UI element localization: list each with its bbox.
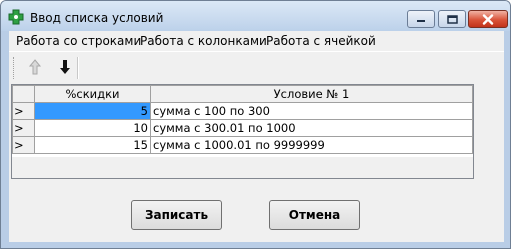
move-up-button[interactable]	[23, 55, 47, 79]
condition-cell[interactable]: сумма с 1000.01 по 9999999	[150, 136, 473, 154]
toolbar-grip[interactable]	[13, 57, 17, 79]
menu-columns[interactable]: Работа с колонками	[140, 34, 267, 48]
table-row[interactable]: > 5 сумма с 100 по 300	[12, 102, 473, 120]
maximize-button[interactable]	[438, 10, 466, 28]
grid-empty-area	[12, 157, 473, 178]
window-title: Ввод списка условий	[30, 11, 164, 25]
minimize-button[interactable]	[407, 10, 435, 28]
toolbar-separator	[77, 57, 79, 79]
toolbar	[9, 51, 504, 82]
discount-cell[interactable]: 5	[34, 102, 151, 120]
arrow-down-icon	[60, 60, 70, 74]
row-indicator[interactable]: >	[12, 102, 35, 120]
close-icon	[482, 13, 494, 25]
grid-table: %скидки Условие № 1 > 5 сумма с 100 по 3…	[12, 85, 473, 154]
cancel-button[interactable]: Отмена	[269, 200, 360, 230]
menu-bar: Работа со строками Работа с колонками Ра…	[9, 31, 504, 51]
grid-header-row: %скидки Условие № 1	[12, 85, 473, 103]
table-row[interactable]: > 10 сумма с 300.01 по 1000	[12, 119, 473, 137]
row-indicator[interactable]: >	[12, 136, 35, 154]
table-row[interactable]: > 15 сумма с 1000.01 по 9999999	[12, 136, 473, 154]
conditions-grid[interactable]: %скидки Условие № 1 > 5 сумма с 100 по 3…	[11, 84, 474, 179]
title-bar[interactable]: Ввод списка условий	[1, 1, 510, 31]
move-down-button[interactable]	[53, 55, 77, 79]
close-button[interactable]	[468, 10, 508, 28]
row-indicator[interactable]: >	[12, 119, 35, 137]
menu-rows[interactable]: Работа со строками	[16, 34, 141, 48]
save-button[interactable]: Записать	[131, 200, 222, 230]
column-header-condition[interactable]: Условие № 1	[150, 85, 473, 103]
discount-cell[interactable]: 15	[34, 136, 151, 154]
minimize-icon	[417, 20, 425, 22]
condition-cell[interactable]: сумма с 300.01 по 1000	[150, 119, 473, 137]
discount-cell[interactable]: 10	[34, 119, 151, 137]
menu-cell[interactable]: Работа с ячейкой	[266, 34, 376, 48]
maximize-icon	[446, 14, 458, 24]
dialog-client-area: Работа со строками Работа с колонками Ра…	[9, 31, 504, 242]
grid-corner[interactable]	[12, 85, 35, 103]
column-header-discount[interactable]: %скидки	[34, 85, 151, 103]
app-icon	[8, 9, 24, 25]
condition-cell[interactable]: сумма с 100 по 300	[150, 102, 473, 120]
arrow-up-icon	[28, 59, 42, 75]
dialog-window: Ввод списка условий Работа со строками Р…	[0, 0, 511, 249]
